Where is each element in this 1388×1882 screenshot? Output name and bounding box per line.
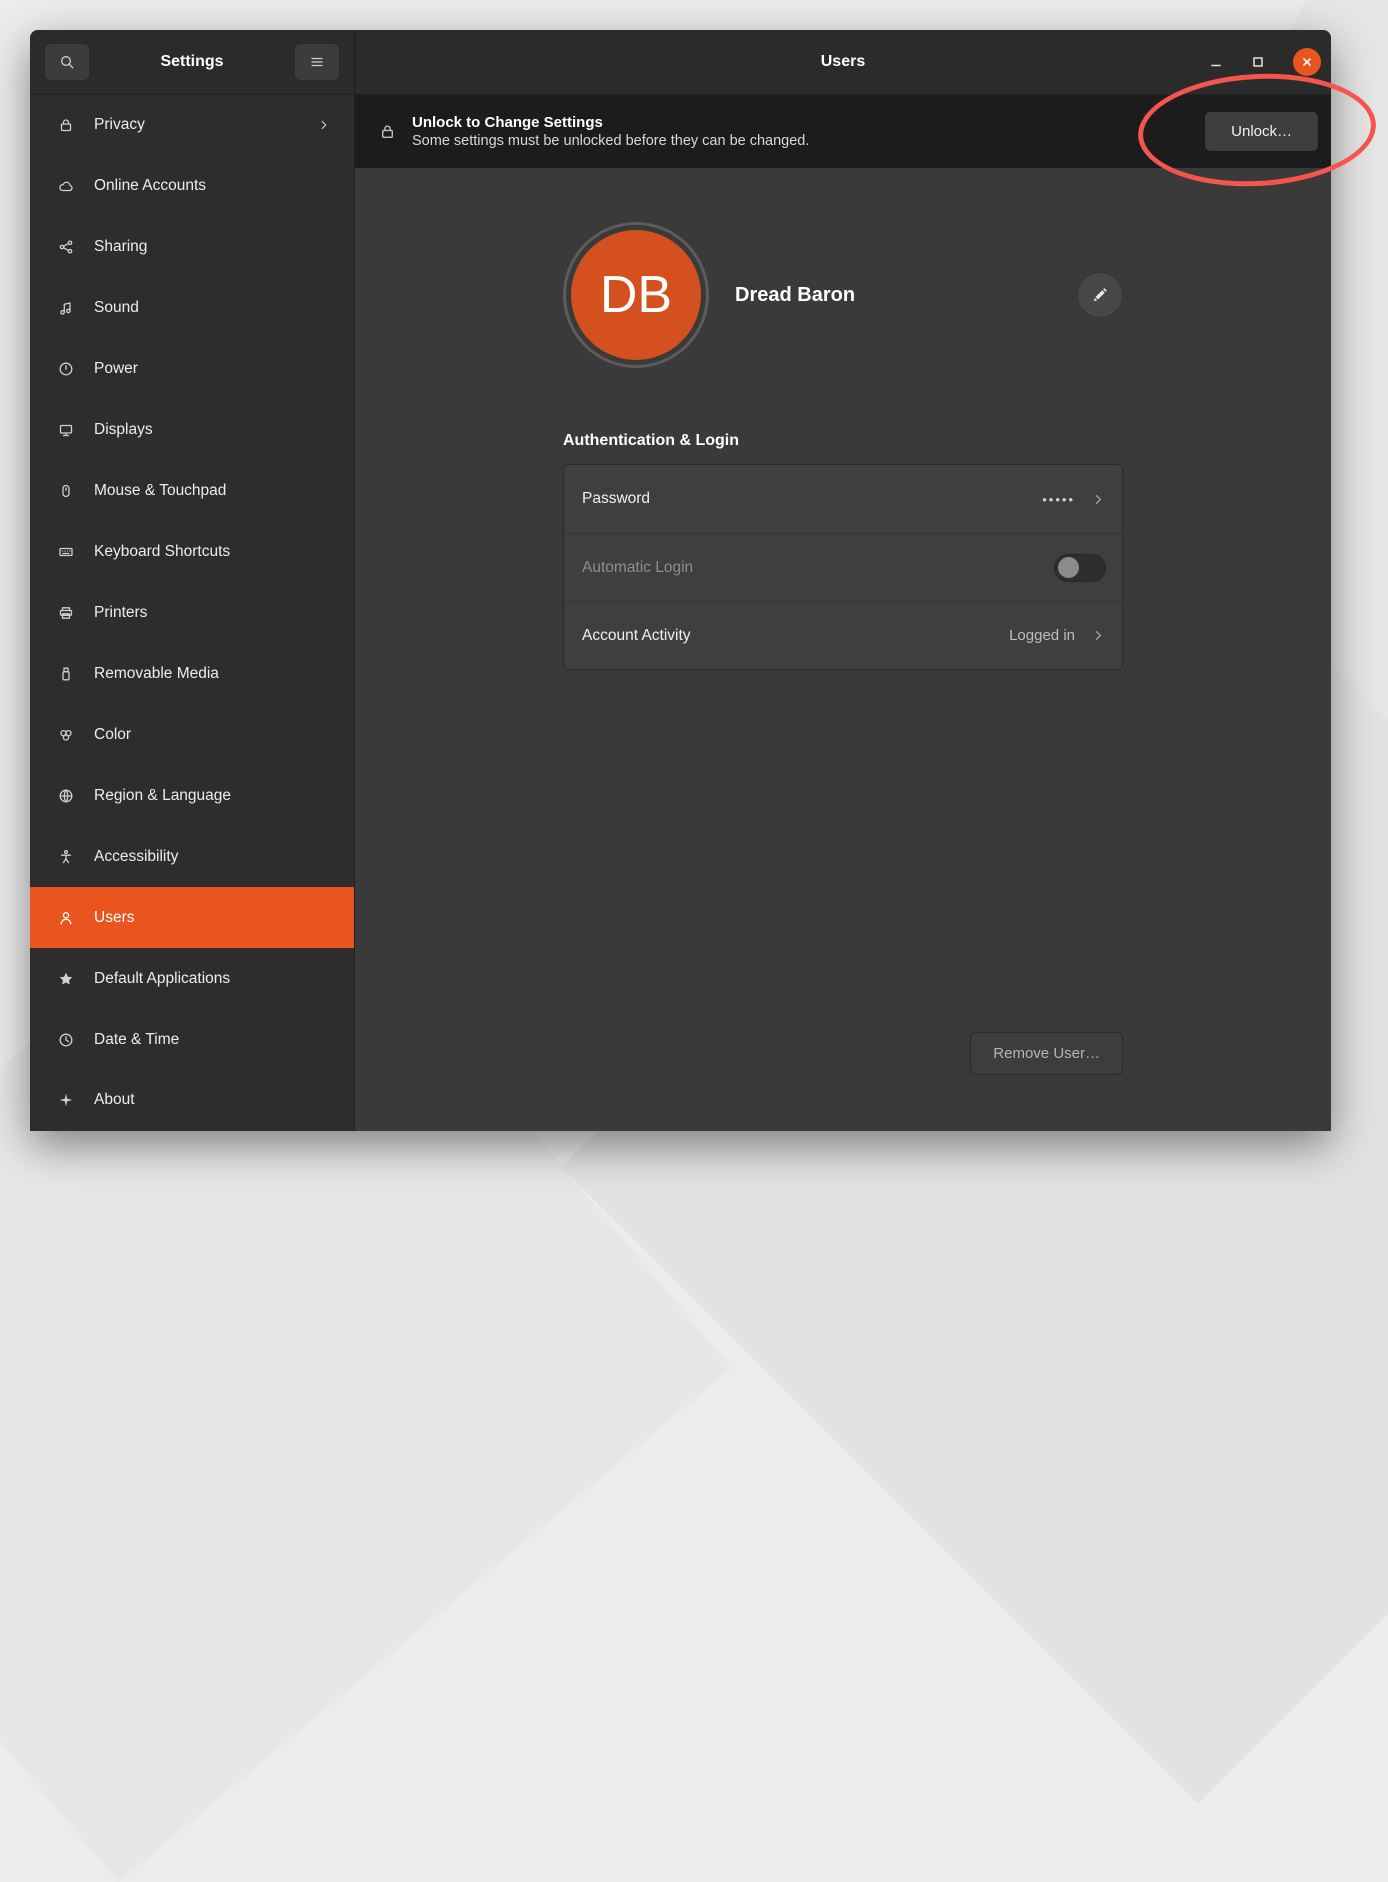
unlock-banner-text: Unlock to Change Settings Some settings …: [412, 114, 809, 149]
chevron-right-icon: [1091, 492, 1106, 507]
avatar[interactable]: DB: [571, 230, 701, 360]
clock-icon: [58, 1032, 74, 1048]
sidebar-item-label: Privacy: [94, 116, 145, 134]
sidebar-item-label: Color: [94, 726, 131, 744]
minimize-button[interactable]: [1209, 55, 1223, 69]
cloud-icon: [58, 178, 74, 194]
search-button[interactable]: [44, 43, 90, 81]
sidebar-item-keyboard-shortcuts[interactable]: Keyboard Shortcuts: [30, 522, 354, 583]
sidebar-item-label: Displays: [94, 421, 153, 439]
user-row: DB Dread Baron: [563, 222, 1123, 368]
music-note-icon: [58, 300, 74, 316]
close-icon: [1299, 54, 1315, 70]
automatic-login-label: Automatic Login: [582, 559, 693, 577]
sidebar-item-label: Keyboard Shortcuts: [94, 543, 230, 561]
user-name: Dread Baron: [735, 284, 855, 307]
sidebar-item-label: Sound: [94, 299, 139, 317]
edit-name-button[interactable]: [1077, 272, 1123, 318]
search-icon: [59, 54, 75, 70]
globe-icon: [58, 788, 74, 804]
sidebar-title: Settings: [98, 53, 286, 71]
titlebar: Users: [355, 30, 1331, 95]
lock-icon: [58, 117, 74, 133]
minimize-icon: [1209, 55, 1223, 69]
main-panel: Users Unlock to Change Settings Some set…: [355, 30, 1331, 1131]
pencil-icon: [1091, 286, 1109, 304]
color-circles-icon: [58, 727, 74, 743]
sidebar-item-label: Accessibility: [94, 848, 178, 866]
chevron-right-icon: [1091, 628, 1106, 643]
sidebar-item-date-time[interactable]: Date & Time: [30, 1009, 354, 1070]
keyboard-icon: [58, 544, 74, 560]
toggle-knob: [1058, 557, 1079, 578]
authentication-list: Password ••••• Automatic Login Acc: [563, 464, 1123, 670]
sidebar-item-label: Power: [94, 360, 138, 378]
users-content: DB Dread Baron Authentication & Login Pa…: [355, 168, 1331, 1131]
sidebar-item-label: Region & Language: [94, 787, 231, 805]
sidebar-item-about[interactable]: About: [30, 1070, 354, 1131]
password-label: Password: [582, 490, 650, 508]
sidebar-header: Settings: [30, 30, 354, 95]
automatic-login-toggle[interactable]: [1054, 554, 1106, 582]
section-title-authentication: Authentication & Login: [563, 432, 1123, 450]
account-activity-label: Account Activity: [582, 627, 691, 645]
unlock-banner-title: Unlock to Change Settings: [412, 114, 809, 131]
automatic-login-row: Automatic Login: [564, 533, 1122, 601]
remove-user-button[interactable]: Remove User…: [970, 1032, 1123, 1075]
window-controls: [1209, 48, 1331, 76]
sidebar-item-displays[interactable]: Displays: [30, 400, 354, 461]
accessibility-icon: [58, 849, 74, 865]
sidebar-item-privacy[interactable]: Privacy: [30, 95, 354, 156]
sidebar-item-power[interactable]: Power: [30, 339, 354, 400]
maximize-button[interactable]: [1251, 55, 1265, 69]
sidebar-item-label: Printers: [94, 604, 147, 622]
sidebar: Settings Privacy Online Accounts Sharing: [30, 30, 355, 1131]
hamburger-icon: [309, 54, 325, 70]
sidebar-item-printers[interactable]: Printers: [30, 583, 354, 644]
share-icon: [58, 239, 74, 255]
avatar-ring: DB: [563, 222, 709, 368]
sidebar-item-mouse-touchpad[interactable]: Mouse & Touchpad: [30, 461, 354, 522]
sidebar-item-default-applications[interactable]: Default Applications: [30, 948, 354, 1009]
sidebar-item-users[interactable]: Users: [30, 887, 354, 948]
chevron-right-icon: [316, 118, 332, 132]
sidebar-item-sound[interactable]: Sound: [30, 278, 354, 339]
account-activity-value: Logged in: [1009, 627, 1075, 644]
sidebar-item-online-accounts[interactable]: Online Accounts: [30, 156, 354, 217]
sidebar-item-label: Users: [94, 909, 134, 927]
star-icon: [58, 971, 74, 987]
sidebar-item-label: Default Applications: [94, 970, 230, 988]
menu-button[interactable]: [294, 43, 340, 81]
sidebar-item-label: About: [94, 1091, 135, 1109]
printer-icon: [58, 605, 74, 621]
sidebar-item-label: Removable Media: [94, 665, 219, 683]
sidebar-item-removable-media[interactable]: Removable Media: [30, 643, 354, 704]
close-button[interactable]: [1293, 48, 1321, 76]
password-dots: •••••: [1042, 492, 1075, 507]
usb-drive-icon: [58, 666, 74, 682]
sidebar-item-region-language[interactable]: Region & Language: [30, 765, 354, 826]
unlock-banner: Unlock to Change Settings Some settings …: [355, 95, 1331, 168]
password-row[interactable]: Password •••••: [564, 465, 1122, 533]
sparkle-icon: [58, 1092, 74, 1108]
settings-window: Settings Privacy Online Accounts Sharing: [30, 30, 1331, 1131]
sidebar-item-label: Date & Time: [94, 1031, 179, 1049]
sidebar-list: Privacy Online Accounts Sharing Sound Po…: [30, 95, 354, 1131]
unlock-banner-subtitle: Some settings must be unlocked before th…: [412, 133, 809, 149]
power-icon: [58, 361, 74, 377]
sidebar-item-label: Mouse & Touchpad: [94, 482, 226, 500]
maximize-icon: [1251, 55, 1265, 69]
sidebar-item-sharing[interactable]: Sharing: [30, 217, 354, 278]
mouse-icon: [58, 483, 74, 499]
sidebar-item-label: Online Accounts: [94, 177, 206, 195]
unlock-button[interactable]: Unlock…: [1204, 111, 1319, 152]
account-activity-row[interactable]: Account Activity Logged in: [564, 601, 1122, 669]
user-icon: [58, 910, 74, 926]
lock-icon: [379, 123, 396, 140]
page-title: Users: [355, 53, 1331, 71]
sidebar-item-label: Sharing: [94, 238, 147, 256]
sidebar-item-accessibility[interactable]: Accessibility: [30, 826, 354, 887]
sidebar-item-color[interactable]: Color: [30, 704, 354, 765]
display-icon: [58, 422, 74, 438]
